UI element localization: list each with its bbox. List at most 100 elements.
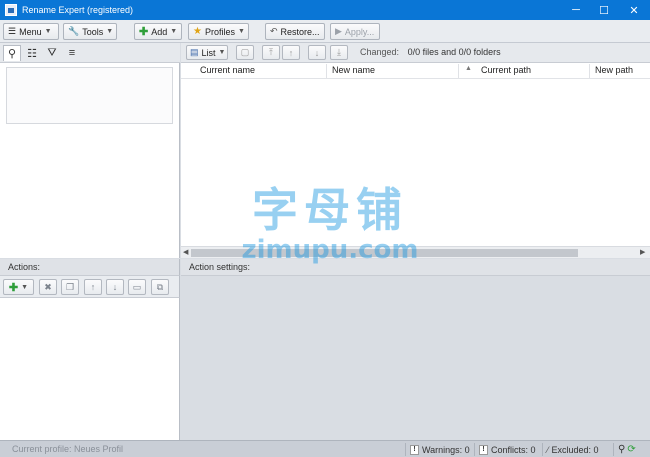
minimize-button[interactable]: ─	[563, 0, 589, 20]
main-toolbar: ☰ Menu ▼ 🔧 Tools ▼ ✚ Add ▼ ★ Profiles ▼ …	[0, 20, 650, 43]
search-results-box[interactable]	[6, 67, 173, 124]
actions-list[interactable]	[0, 298, 180, 440]
file-list-pane: ▤ List ▼ ▢ ⤒ ↑ ↓ ⤓ Changed: 0/0 files an…	[181, 43, 650, 258]
chevron-down-icon: ▼	[218, 49, 226, 56]
chevron-down-icon: ▼	[106, 28, 114, 35]
restore-label: Restore...	[280, 26, 320, 37]
chevron-down-icon: ▼	[170, 28, 178, 35]
apply-label: Apply...	[344, 26, 375, 37]
chevron-down-icon: ▼	[21, 283, 29, 291]
batch-icon: ▭	[132, 281, 142, 292]
horizontal-scrollbar[interactable]: ◀ ▶	[181, 246, 650, 258]
arrow-down-icon: ↓	[112, 282, 118, 292]
column-new-name[interactable]: New name	[332, 65, 375, 77]
changed-label: Changed:	[360, 47, 400, 57]
batch-icon-button[interactable]: ▭	[128, 279, 146, 295]
excluded-label: Excluded: 0	[551, 444, 599, 455]
arrow-up-icon: ↑	[288, 47, 294, 58]
warning-icon: !	[410, 444, 419, 455]
actions-header: Actions:	[0, 259, 180, 276]
column-divider[interactable]	[326, 64, 327, 78]
move-up-button[interactable]: ↑	[282, 45, 300, 60]
file-list-toolbar: ▤ List ▼ ▢ ⤒ ↑ ↓ ⤓ Changed: 0/0 files an…	[181, 43, 650, 63]
arrow-down-icon: ↓	[314, 47, 320, 58]
actions-toolbar: ✚ ▼ ✖ ❐ ↑ ↓ ▭ ⧉	[0, 276, 180, 298]
select-files-button[interactable]: ▢	[236, 45, 254, 60]
search-icon[interactable]: ⚲	[3, 45, 21, 61]
move-bottom-button[interactable]: ⤓	[330, 45, 348, 60]
status-bar: Current profile: Neues Profil ! Warnings…	[0, 440, 650, 457]
sort-ascending-icon: ▲	[465, 65, 472, 72]
window-title: Rename Expert (registered)	[22, 5, 134, 15]
column-divider[interactable]	[589, 64, 590, 78]
changed-value: 0/0 files and 0/0 folders	[407, 47, 501, 57]
move-top-button[interactable]: ⤒	[262, 45, 280, 60]
chevron-down-icon: ▼	[44, 28, 52, 35]
add-button[interactable]: ✚ Add ▼	[134, 23, 182, 40]
copy-action-button[interactable]: ⧉	[151, 279, 169, 295]
title-bar: Rename Expert (registered) ─ ☐ ✕	[0, 0, 650, 20]
refresh-icon[interactable]: ⟳	[627, 444, 635, 455]
list-icon[interactable]: ≡	[63, 45, 81, 61]
plus-icon: ✚	[8, 281, 19, 294]
scrollbar-thumb[interactable]	[191, 249, 578, 257]
app-icon	[5, 4, 17, 16]
tree-icon[interactable]: ☷	[23, 45, 41, 61]
copy-icon: ⧉	[156, 281, 164, 292]
duplicate-icon: ❐	[65, 281, 75, 292]
tools-button[interactable]: 🔧 Tools ▼	[63, 23, 117, 40]
view-mode-label: List	[201, 47, 216, 58]
file-icon: ▢	[240, 47, 250, 57]
menu-button[interactable]: ☰ Menu ▼	[3, 23, 59, 40]
excluded-icon: ⁄	[547, 444, 549, 455]
arrow-up-icon: ↑	[90, 282, 96, 292]
chevron-down-icon: ▼	[237, 28, 245, 35]
filter-icon[interactable]: ⛛	[43, 45, 61, 61]
undo-icon: ↶	[270, 26, 278, 36]
play-icon: ▶	[335, 26, 342, 36]
action-settings-area	[181, 276, 650, 440]
add-label: Add	[151, 26, 168, 37]
profiles-label: Profiles	[204, 26, 235, 37]
current-profile: Current profile: Neues Profil	[12, 444, 124, 454]
conflicts-status[interactable]: ! Conflicts: 0	[474, 443, 536, 456]
move-action-up-button[interactable]: ↑	[84, 279, 102, 295]
action-settings-header: Action settings:	[181, 259, 650, 276]
changed-status: Changed: 0/0 files and 0/0 folders	[360, 47, 501, 57]
column-new-path[interactable]: New path	[595, 65, 633, 77]
warnings-label: Warnings: 0	[422, 444, 470, 455]
delete-action-button[interactable]: ✖	[39, 279, 57, 295]
warnings-status[interactable]: ! Warnings: 0	[405, 443, 470, 456]
tools-label: Tools	[82, 26, 104, 37]
file-list-header: Current name New name ▲ Current path New…	[181, 63, 650, 79]
zoom-icon[interactable]: ⚲	[618, 444, 625, 455]
column-current-path[interactable]: Current path	[481, 65, 531, 77]
close-button[interactable]: ✕	[621, 0, 647, 20]
move-down-button[interactable]: ↓	[308, 45, 326, 60]
delete-icon: ✖	[44, 281, 52, 292]
apply-button[interactable]: ▶ Apply...	[330, 23, 380, 40]
conflict-icon: !	[479, 444, 488, 455]
add-action-button[interactable]: ✚ ▼	[3, 279, 34, 295]
scroll-right-icon[interactable]: ▶	[640, 248, 645, 256]
left-pane: ⚲ ☷ ⛛ ≡	[0, 43, 180, 258]
move-action-down-button[interactable]: ↓	[106, 279, 124, 295]
duplicate-action-button[interactable]: ❐	[61, 279, 79, 295]
restore-button[interactable]: ↶ Restore...	[265, 23, 325, 40]
zoom-refresh-controls[interactable]: ⚲ ⟳	[613, 443, 636, 456]
arrow-bottom-icon: ⤓	[337, 47, 341, 57]
maximize-button[interactable]: ☐	[591, 0, 617, 20]
conflicts-label: Conflicts: 0	[491, 444, 536, 455]
left-tabs: ⚲ ☷ ⛛ ≡	[0, 43, 180, 63]
excluded-status[interactable]: ⁄ Excluded: 0	[542, 443, 599, 456]
profiles-button[interactable]: ★ Profiles ▼	[188, 23, 249, 40]
column-current-name[interactable]: Current name	[200, 65, 255, 77]
scroll-left-icon[interactable]: ◀	[183, 248, 188, 256]
star-icon: ★	[193, 26, 202, 37]
view-mode-select[interactable]: ▤ List ▼	[186, 45, 228, 60]
plus-icon: ✚	[139, 26, 149, 38]
hamburger-icon: ☰	[8, 26, 17, 36]
arrow-top-icon: ⤒	[269, 47, 273, 57]
menu-label: Menu	[19, 26, 42, 37]
column-divider[interactable]	[458, 64, 459, 78]
